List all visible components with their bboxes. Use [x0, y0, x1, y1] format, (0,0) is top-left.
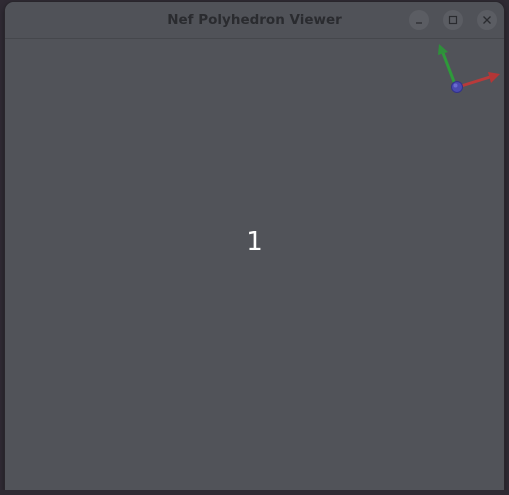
viewer-window: Nef Polyhedron Viewer 1 [5, 2, 504, 490]
z-axis-highlight [453, 83, 458, 88]
title-bar[interactable]: Nef Polyhedron Viewer [5, 2, 504, 39]
x-axis-arrowhead [488, 72, 500, 83]
y-axis-arrowhead [438, 44, 448, 55]
minimize-button[interactable] [409, 10, 429, 30]
maximize-icon [448, 15, 458, 25]
minimize-icon [416, 22, 422, 24]
close-icon [483, 16, 491, 24]
close-button[interactable] [477, 10, 497, 30]
window-title: Nef Polyhedron Viewer [167, 12, 342, 28]
frame-number-label: 1 [246, 227, 263, 257]
axes-gizmo-icon [438, 44, 500, 93]
3d-viewport[interactable]: 1 [5, 39, 504, 490]
desktop-edge [0, 490, 509, 495]
z-axis-disc [451, 81, 463, 93]
maximize-button[interactable] [443, 10, 463, 30]
